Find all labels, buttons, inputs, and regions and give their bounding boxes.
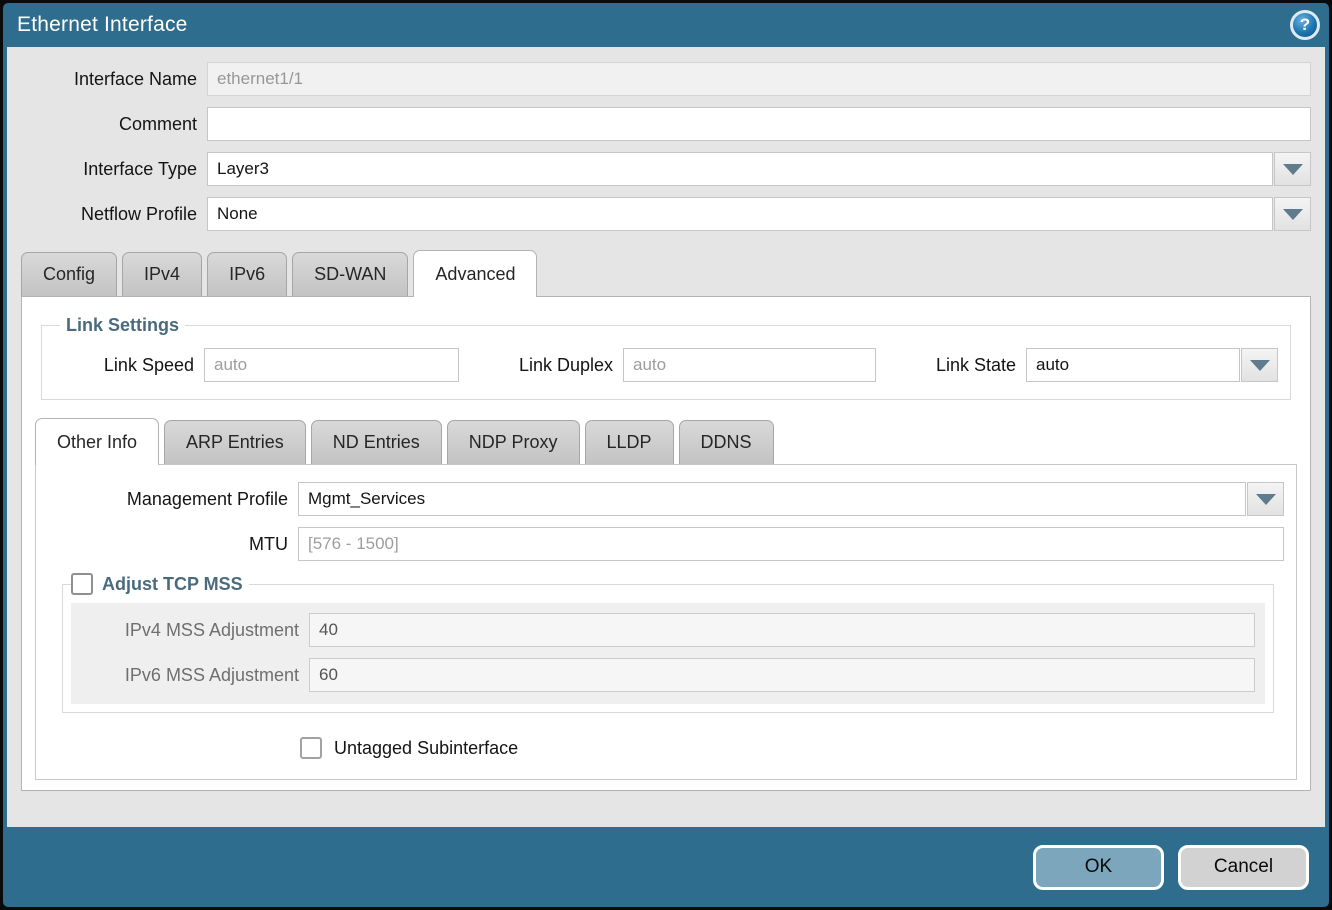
tab-config[interactable]: Config — [21, 252, 117, 296]
tab-advanced[interactable]: Advanced — [413, 250, 537, 297]
comment-row: Comment — [21, 107, 1311, 141]
ethernet-interface-dialog: Ethernet Interface ? Interface Name Comm… — [3, 3, 1329, 907]
advanced-tab-panel: Link Settings Link Speed Link Duplex Lin… — [21, 296, 1311, 791]
mtu-field[interactable] — [298, 527, 1284, 561]
netflow-profile-dropdown-button[interactable] — [1274, 197, 1311, 231]
management-profile-value[interactable] — [298, 482, 1246, 516]
sub-tab-bar: Other Info ARP Entries ND Entries NDP Pr… — [35, 418, 1297, 464]
comment-field[interactable] — [207, 107, 1311, 141]
dialog-body: Interface Name Comment Interface Type Ne… — [7, 47, 1325, 827]
chevron-down-icon — [1250, 360, 1270, 371]
adjust-tcp-mss-legend: Adjust TCP MSS — [71, 573, 249, 595]
tab-ipv4[interactable]: IPv4 — [122, 252, 202, 296]
interface-type-select[interactable] — [207, 152, 1311, 186]
tab-arp-entries[interactable]: ARP Entries — [164, 420, 306, 464]
link-state-label: Link State — [936, 355, 1026, 376]
untagged-subinterface-checkbox[interactable] — [300, 737, 322, 759]
link-state-select[interactable] — [1026, 348, 1278, 382]
footer-bar: OK Cancel — [3, 827, 1329, 907]
link-speed-label: Link Speed — [54, 355, 204, 376]
main-tab-bar: Config IPv4 IPv6 SD-WAN Advanced — [21, 250, 1311, 296]
other-info-panel: Management Profile MTU — [35, 464, 1297, 780]
netflow-profile-row: Netflow Profile — [21, 197, 1311, 231]
management-profile-label: Management Profile — [48, 489, 298, 510]
link-duplex-field[interactable] — [623, 348, 876, 382]
dialog-title: Ethernet Interface — [17, 13, 188, 37]
chevron-down-icon — [1283, 164, 1303, 175]
screen: Ethernet Interface ? Interface Name Comm… — [0, 0, 1332, 910]
tab-sd-wan[interactable]: SD-WAN — [292, 252, 408, 296]
link-duplex-label: Link Duplex — [519, 355, 623, 376]
mss-disabled-panel: IPv4 MSS Adjustment IPv6 MSS Adjustment — [71, 603, 1265, 704]
tab-nd-entries[interactable]: ND Entries — [311, 420, 442, 464]
ok-button[interactable]: OK — [1033, 845, 1164, 890]
ipv6-mss-field — [309, 658, 1255, 692]
comment-label: Comment — [21, 114, 207, 135]
tab-other-info[interactable]: Other Info — [35, 418, 159, 465]
mtu-label: MTU — [48, 534, 298, 555]
chevron-down-icon — [1256, 494, 1276, 505]
interface-name-field — [207, 62, 1311, 96]
interface-name-row: Interface Name — [21, 62, 1311, 96]
management-profile-dropdown-button[interactable] — [1247, 482, 1284, 516]
untagged-subinterface-label: Untagged Subinterface — [334, 738, 518, 759]
link-settings-fieldset: Link Settings Link Speed Link Duplex Lin… — [41, 315, 1291, 400]
adjust-tcp-mss-checkbox[interactable] — [71, 573, 93, 595]
link-settings-row: Link Speed Link Duplex Link State — [54, 348, 1278, 382]
interface-type-value[interactable] — [207, 152, 1273, 186]
mtu-row: MTU — [48, 527, 1284, 561]
netflow-profile-value[interactable] — [207, 197, 1273, 231]
interface-type-label: Interface Type — [21, 159, 207, 180]
ipv6-mss-label: IPv6 MSS Adjustment — [81, 665, 309, 686]
interface-type-row: Interface Type — [21, 152, 1311, 186]
ipv4-mss-row: IPv4 MSS Adjustment — [81, 613, 1255, 647]
link-speed-field[interactable] — [204, 348, 459, 382]
tab-ndp-proxy[interactable]: NDP Proxy — [447, 420, 580, 464]
tab-ddns[interactable]: DDNS — [679, 420, 774, 464]
interface-name-label: Interface Name — [21, 69, 207, 90]
cancel-button[interactable]: Cancel — [1178, 845, 1309, 890]
management-profile-row: Management Profile — [48, 482, 1284, 516]
link-settings-legend: Link Settings — [60, 315, 185, 336]
chevron-down-icon — [1283, 209, 1303, 220]
netflow-profile-label: Netflow Profile — [21, 204, 207, 225]
ipv4-mss-label: IPv4 MSS Adjustment — [81, 620, 309, 641]
adjust-tcp-mss-label: Adjust TCP MSS — [102, 574, 243, 595]
untagged-subinterface-row: Untagged Subinterface — [300, 737, 1284, 759]
tab-ipv6[interactable]: IPv6 — [207, 252, 287, 296]
adjust-tcp-mss-fieldset: Adjust TCP MSS IPv4 MSS Adjustment IPv6 … — [62, 573, 1274, 713]
management-profile-select[interactable] — [298, 482, 1284, 516]
tab-lldp[interactable]: LLDP — [585, 420, 674, 464]
title-bar: Ethernet Interface ? — [3, 3, 1329, 47]
link-state-value[interactable] — [1026, 348, 1240, 382]
help-icon[interactable]: ? — [1290, 10, 1320, 40]
ipv6-mss-row: IPv6 MSS Adjustment — [81, 658, 1255, 692]
interface-type-dropdown-button[interactable] — [1274, 152, 1311, 186]
ipv4-mss-field — [309, 613, 1255, 647]
link-state-dropdown-button[interactable] — [1241, 348, 1278, 382]
netflow-profile-select[interactable] — [207, 197, 1311, 231]
